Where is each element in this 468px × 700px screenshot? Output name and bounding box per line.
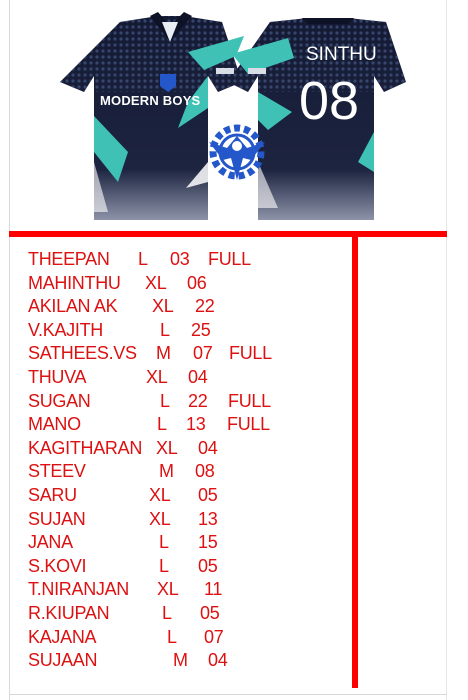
roster-row: STEEV M 08 — [28, 460, 328, 484]
roster-row: MANO L 13 FULL — [28, 413, 328, 437]
roster-row: AKILAN AK XL 22 — [28, 295, 328, 319]
front-jersey — [60, 12, 244, 220]
player-number: 13 — [198, 508, 218, 529]
player-name: SUJAAN — [28, 650, 98, 671]
jersey-team-text: MODERN BOYS — [100, 93, 201, 108]
player-number: 11 — [204, 579, 223, 600]
roster-row: SUJAAN M 04 — [28, 649, 328, 673]
player-size: XL — [146, 366, 168, 387]
player-name: KAJANA — [28, 626, 97, 647]
jersey-back-number: 08 — [299, 71, 360, 131]
roster-row: MAHINTHU XL 06 — [28, 272, 328, 296]
player-number: 22 — [195, 296, 215, 317]
roster-row: SATHEES.VS M 07 FULL — [28, 342, 328, 366]
player-number: 22 — [188, 390, 208, 411]
frame-left-border — [9, 0, 10, 700]
roster-row: THUVA XL 04 — [28, 366, 328, 390]
player-sleeve: FULL — [228, 390, 271, 411]
player-name: V.KAJITH — [28, 319, 103, 340]
roster-row: T.NIRANJAN XL 11 — [28, 578, 328, 602]
player-name: MAHINTHU — [28, 272, 121, 293]
jersey-back-name: SINTHU — [306, 44, 377, 65]
player-sleeve: FULL — [229, 343, 272, 364]
player-name: THEEPAN — [28, 249, 110, 269]
player-number: 07 — [204, 626, 224, 647]
roster-row: KAGITHARAN XL 04 — [28, 437, 328, 461]
player-size: XL — [149, 508, 171, 529]
player-size: XL — [152, 296, 174, 317]
roster-row: SARU XL 05 — [28, 484, 328, 508]
player-size: L — [160, 319, 170, 340]
player-number: 25 — [191, 319, 211, 340]
player-number: 05 — [198, 484, 218, 505]
frame-bottom-border — [9, 694, 447, 695]
red-divider-vertical — [352, 234, 358, 688]
player-size: XL — [157, 579, 179, 600]
roster-row: R.KIUPAN L 05 — [28, 602, 328, 626]
club-logo-icon — [209, 124, 265, 180]
player-number: 06 — [187, 272, 207, 293]
player-name: MANO — [28, 414, 81, 435]
player-name: S.KOVI — [28, 555, 87, 576]
player-size: L — [167, 626, 177, 647]
player-name: SATHEES.VS — [28, 343, 137, 364]
player-number: 04 — [208, 650, 228, 671]
red-divider-horizontal — [9, 231, 447, 237]
frame-right-border — [446, 0, 447, 700]
player-name: SUJAN — [28, 508, 86, 529]
player-name: T.NIRANJAN — [28, 579, 130, 600]
player-size: M — [173, 650, 188, 671]
player-name: KAGITHARAN — [28, 437, 143, 458]
roster-row: SUJAN XL 13 — [28, 508, 328, 532]
player-number: 04 — [188, 366, 208, 387]
roster-row: S.KOVI L 05 — [28, 555, 328, 579]
player-number: 04 — [198, 437, 218, 458]
player-sleeve: FULL — [227, 414, 270, 435]
roster-row: JANA L 15 — [28, 531, 328, 555]
roster-list: THEEPAN L 03 FULL MAHINTHU XL 06 AKILAN … — [28, 248, 328, 673]
player-number: 15 — [198, 532, 218, 553]
player-number: 05 — [198, 555, 218, 576]
player-size: XL — [149, 484, 171, 505]
player-size: L — [160, 390, 170, 411]
player-size: L — [162, 602, 172, 623]
player-number: 03 — [170, 249, 190, 269]
player-name: STEEV — [28, 461, 86, 482]
player-name: R.KIUPAN — [28, 602, 110, 623]
player-size: XL — [145, 272, 167, 293]
player-number: 05 — [200, 602, 220, 623]
player-name: SUGAN — [28, 390, 91, 411]
player-name: AKILAN AK — [28, 296, 118, 317]
player-number: 07 — [193, 343, 213, 364]
roster-row: SUGAN L 22 FULL — [28, 390, 328, 414]
player-sleeve: FULL — [208, 249, 251, 269]
player-size: XL — [156, 437, 178, 458]
player-size: L — [138, 249, 148, 269]
player-name: SARU — [28, 484, 77, 505]
player-size: M — [159, 461, 174, 482]
player-number: 08 — [195, 461, 215, 482]
player-name: THUVA — [28, 366, 87, 387]
player-size: L — [157, 414, 167, 435]
roster-row: THEEPAN L 03 FULL — [28, 248, 328, 272]
roster-row: KAJANA L 07 — [28, 626, 328, 650]
roster-row: V.KAJITH L 25 — [28, 319, 328, 343]
player-name: JANA — [28, 532, 73, 553]
player-size: L — [159, 532, 169, 553]
player-size: M — [156, 343, 171, 364]
player-number: 13 — [186, 414, 206, 435]
player-size: L — [159, 555, 169, 576]
